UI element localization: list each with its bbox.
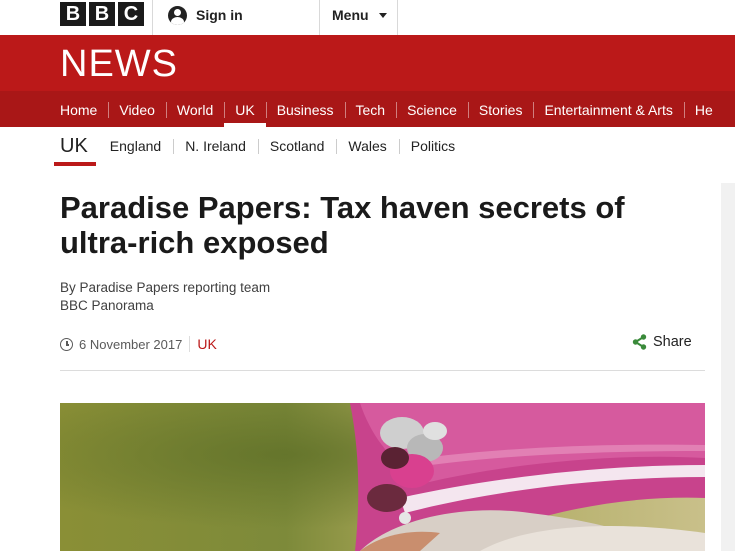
divider <box>189 336 191 352</box>
subnav-item-scotland[interactable]: Scotland <box>257 129 336 163</box>
user-avatar-icon <box>168 5 187 25</box>
sign-in-button[interactable]: Sign in <box>168 4 243 26</box>
section-link[interactable]: UK <box>197 336 216 352</box>
divider <box>60 370 705 371</box>
divider <box>319 0 320 35</box>
bbc-logo-letter: C <box>118 2 144 26</box>
subnav-item-politics[interactable]: Politics <box>398 129 467 163</box>
divider <box>397 0 398 35</box>
subnav-item-wales[interactable]: Wales <box>336 129 398 163</box>
clock-icon <box>60 337 73 351</box>
share-label: Share <box>653 334 692 350</box>
nav-item-stories[interactable]: Stories <box>467 91 534 127</box>
nav-item-tech[interactable]: Tech <box>344 91 397 127</box>
nav-item-video[interactable]: Video <box>108 91 166 127</box>
subnav-item-england[interactable]: England <box>98 129 173 163</box>
top-bar: B B C Sign in Menu <box>0 0 735 35</box>
bbc-logo-letter: B <box>89 2 115 26</box>
secondary-nav: UK England N. Ireland Scotland Wales Pol… <box>54 128 467 166</box>
byline-author: By Paradise Papers reporting team <box>60 280 271 295</box>
nav-item-world[interactable]: World <box>165 91 224 127</box>
section-title[interactable]: UK <box>54 129 96 166</box>
nav-item-business[interactable]: Business <box>265 91 345 127</box>
nav-item-science[interactable]: Science <box>396 91 468 127</box>
subnav-item-n-ireland[interactable]: N. Ireland <box>173 129 258 163</box>
nav-item-entertainment-arts[interactable]: Entertainment & Arts <box>533 91 683 127</box>
bbc-logo-letter: B <box>60 2 86 26</box>
news-logo[interactable]: NEWS <box>60 43 178 86</box>
article-headline: Paradise Papers: Tax haven secrets of ul… <box>60 190 625 260</box>
publish-date: 6 November 2017 <box>79 336 183 352</box>
primary-nav: Home Video World UK Business Tech Scienc… <box>0 91 735 127</box>
divider <box>152 0 153 35</box>
menu-label: Menu <box>332 7 369 23</box>
lead-image-photo <box>60 403 705 551</box>
byline-org: BBC Panorama <box>60 298 154 313</box>
nav-item-home[interactable]: Home <box>0 91 108 127</box>
share-icon <box>632 334 647 350</box>
menu-button[interactable]: Menu <box>332 4 387 26</box>
article-meta: 6 November 2017 UK <box>60 335 217 353</box>
share-button[interactable]: Share <box>632 334 692 350</box>
sidebar-column <box>721 183 735 551</box>
bbc-logo[interactable]: B B C <box>60 2 144 26</box>
nav-item-health[interactable]: He <box>683 91 724 127</box>
sign-in-label: Sign in <box>196 7 243 23</box>
byline: By Paradise Papers reporting team BBC Pa… <box>60 279 270 315</box>
article-lead-image <box>60 403 705 551</box>
chevron-down-icon <box>378 12 387 18</box>
news-header: NEWS <box>0 35 735 91</box>
nav-item-uk[interactable]: UK <box>224 91 267 127</box>
